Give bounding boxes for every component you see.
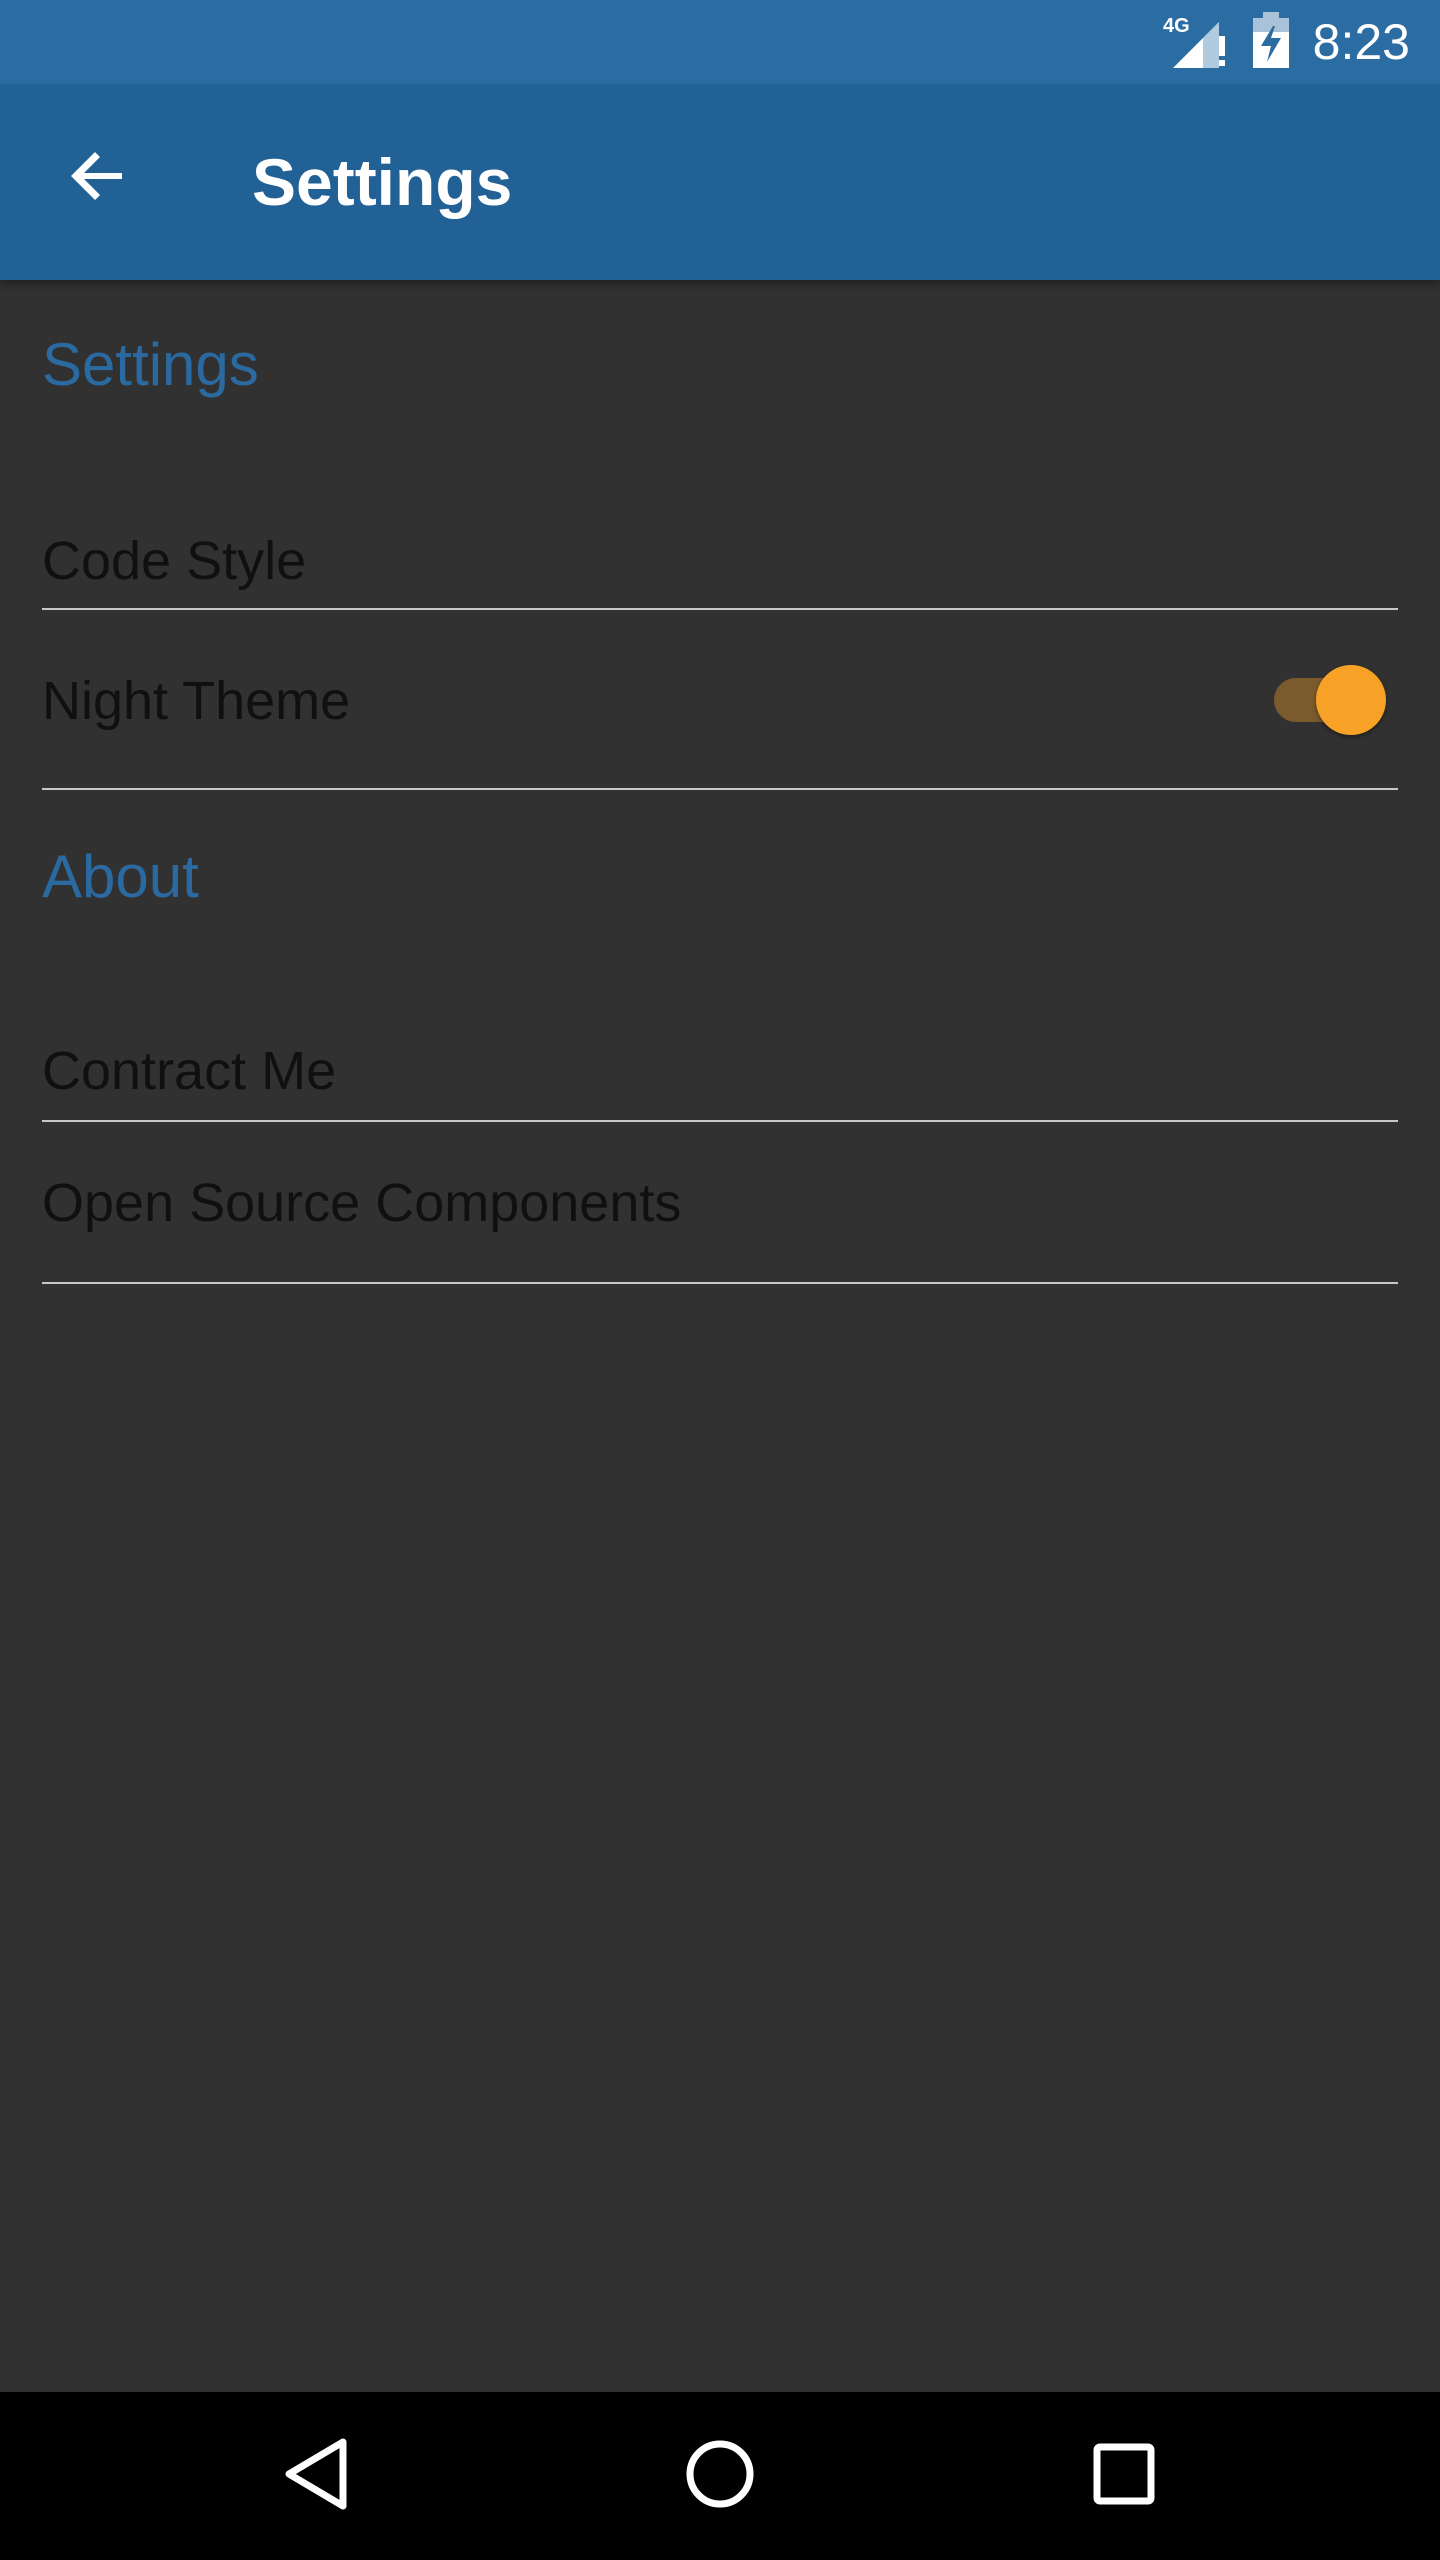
status-bar: 4G 8:23 <box>0 0 1440 84</box>
pref-label: Code Style <box>42 531 307 591</box>
nav-back-icon <box>281 2436 351 2517</box>
pref-item-code-style[interactable]: Code Style <box>42 480 1398 610</box>
signal-icon: 4G <box>1163 12 1229 73</box>
back-button[interactable] <box>42 122 154 234</box>
pref-label: Night Theme <box>42 671 351 731</box>
toggle-thumb <box>1316 665 1386 735</box>
pref-label: Open Source Components <box>42 1173 682 1233</box>
battery-charging-icon <box>1252 11 1289 73</box>
page-title: Settings <box>252 145 513 219</box>
navigation-bar <box>0 2392 1440 2560</box>
status-icons: 4G 8:23 <box>1163 0 1410 84</box>
night-theme-toggle[interactable] <box>1268 665 1386 735</box>
nav-home-button[interactable] <box>670 2426 770 2526</box>
nav-recents-button[interactable] <box>1074 2426 1174 2526</box>
pref-item-night-theme[interactable]: Night Theme <box>42 610 1398 790</box>
pref-item-contact-me[interactable]: Contract Me <box>42 980 1398 1122</box>
network-type-label: 4G <box>1163 15 1190 37</box>
pref-item-open-source[interactable]: Open Source Components <box>42 1122 1398 1284</box>
settings-list: Settings Code Style Night Theme About Co… <box>0 280 1440 2392</box>
section-header-settings: Settings <box>42 331 259 398</box>
nav-back-button[interactable] <box>266 2426 366 2526</box>
nav-recents-icon <box>1091 2441 1157 2512</box>
app-bar: Settings <box>0 84 1440 280</box>
pref-label: Contract Me <box>42 1041 337 1101</box>
arrow-back-icon <box>66 144 130 213</box>
nav-home-icon <box>684 2438 756 2515</box>
section-header-about: About <box>42 843 199 910</box>
status-time: 8:23 <box>1312 14 1410 70</box>
